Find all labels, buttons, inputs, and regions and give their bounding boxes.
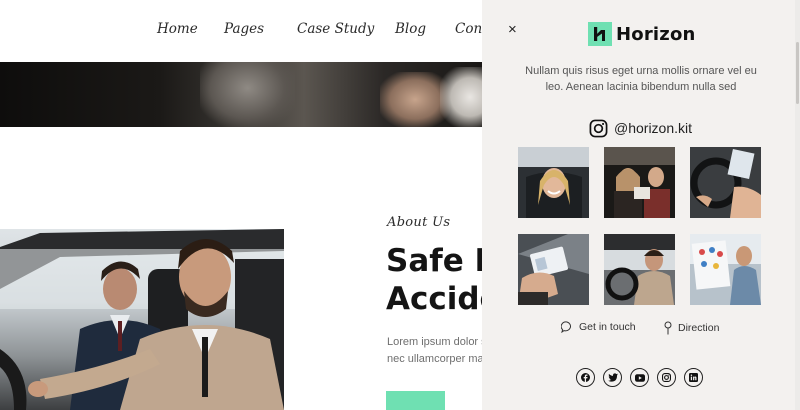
nav-pages[interactable]: Pages bbox=[224, 21, 264, 37]
gallery-image[interactable] bbox=[604, 234, 675, 305]
nav-case-study[interactable]: Case Study bbox=[297, 21, 374, 37]
gallery-image[interactable] bbox=[690, 147, 761, 218]
section-label: About Us bbox=[387, 215, 451, 230]
get-in-touch-link[interactable]: Get in touch bbox=[561, 321, 636, 333]
direction-link[interactable]: Direction bbox=[664, 321, 719, 335]
direction-label: Direction bbox=[678, 322, 720, 334]
instagram-link[interactable]: @horizon.kit bbox=[589, 117, 692, 139]
instagram-icon[interactable] bbox=[657, 368, 676, 387]
close-icon[interactable]: × bbox=[508, 21, 517, 39]
instagram-icon bbox=[589, 119, 608, 137]
gallery-image[interactable] bbox=[690, 234, 761, 305]
panel-description: Nullam quis risus eget urna mollis ornar… bbox=[525, 65, 757, 93]
logo-text: Horizon bbox=[616, 23, 696, 45]
brand-logo[interactable]: Horizon bbox=[588, 22, 696, 46]
get-in-touch-label: Get in touch bbox=[579, 321, 636, 333]
side-panel: × Horizon Nullam quis risus eget urna mo… bbox=[482, 0, 800, 410]
linkedin-icon[interactable] bbox=[684, 368, 703, 387]
panel-links: Get in touch Direction bbox=[482, 321, 800, 337]
gallery-image[interactable] bbox=[518, 147, 589, 218]
gallery-image[interactable] bbox=[518, 234, 589, 305]
map-pin-icon bbox=[664, 321, 672, 335]
chat-bubble-icon bbox=[561, 321, 571, 333]
nav-home[interactable]: Home bbox=[157, 21, 198, 37]
facebook-icon[interactable] bbox=[576, 368, 595, 387]
panel-scrollbar[interactable] bbox=[795, 0, 800, 410]
social-links bbox=[576, 368, 711, 387]
logo-mark-icon bbox=[588, 22, 612, 46]
youtube-icon[interactable] bbox=[630, 368, 649, 387]
scrollbar-thumb[interactable] bbox=[796, 42, 799, 104]
driving-lesson-photo bbox=[0, 229, 284, 410]
nav-blog[interactable]: Blog bbox=[395, 21, 426, 37]
twitter-icon[interactable] bbox=[603, 368, 622, 387]
gallery-image[interactable] bbox=[604, 147, 675, 218]
about-cta-button[interactable] bbox=[386, 391, 445, 410]
instagram-handle: @horizon.kit bbox=[614, 120, 693, 136]
